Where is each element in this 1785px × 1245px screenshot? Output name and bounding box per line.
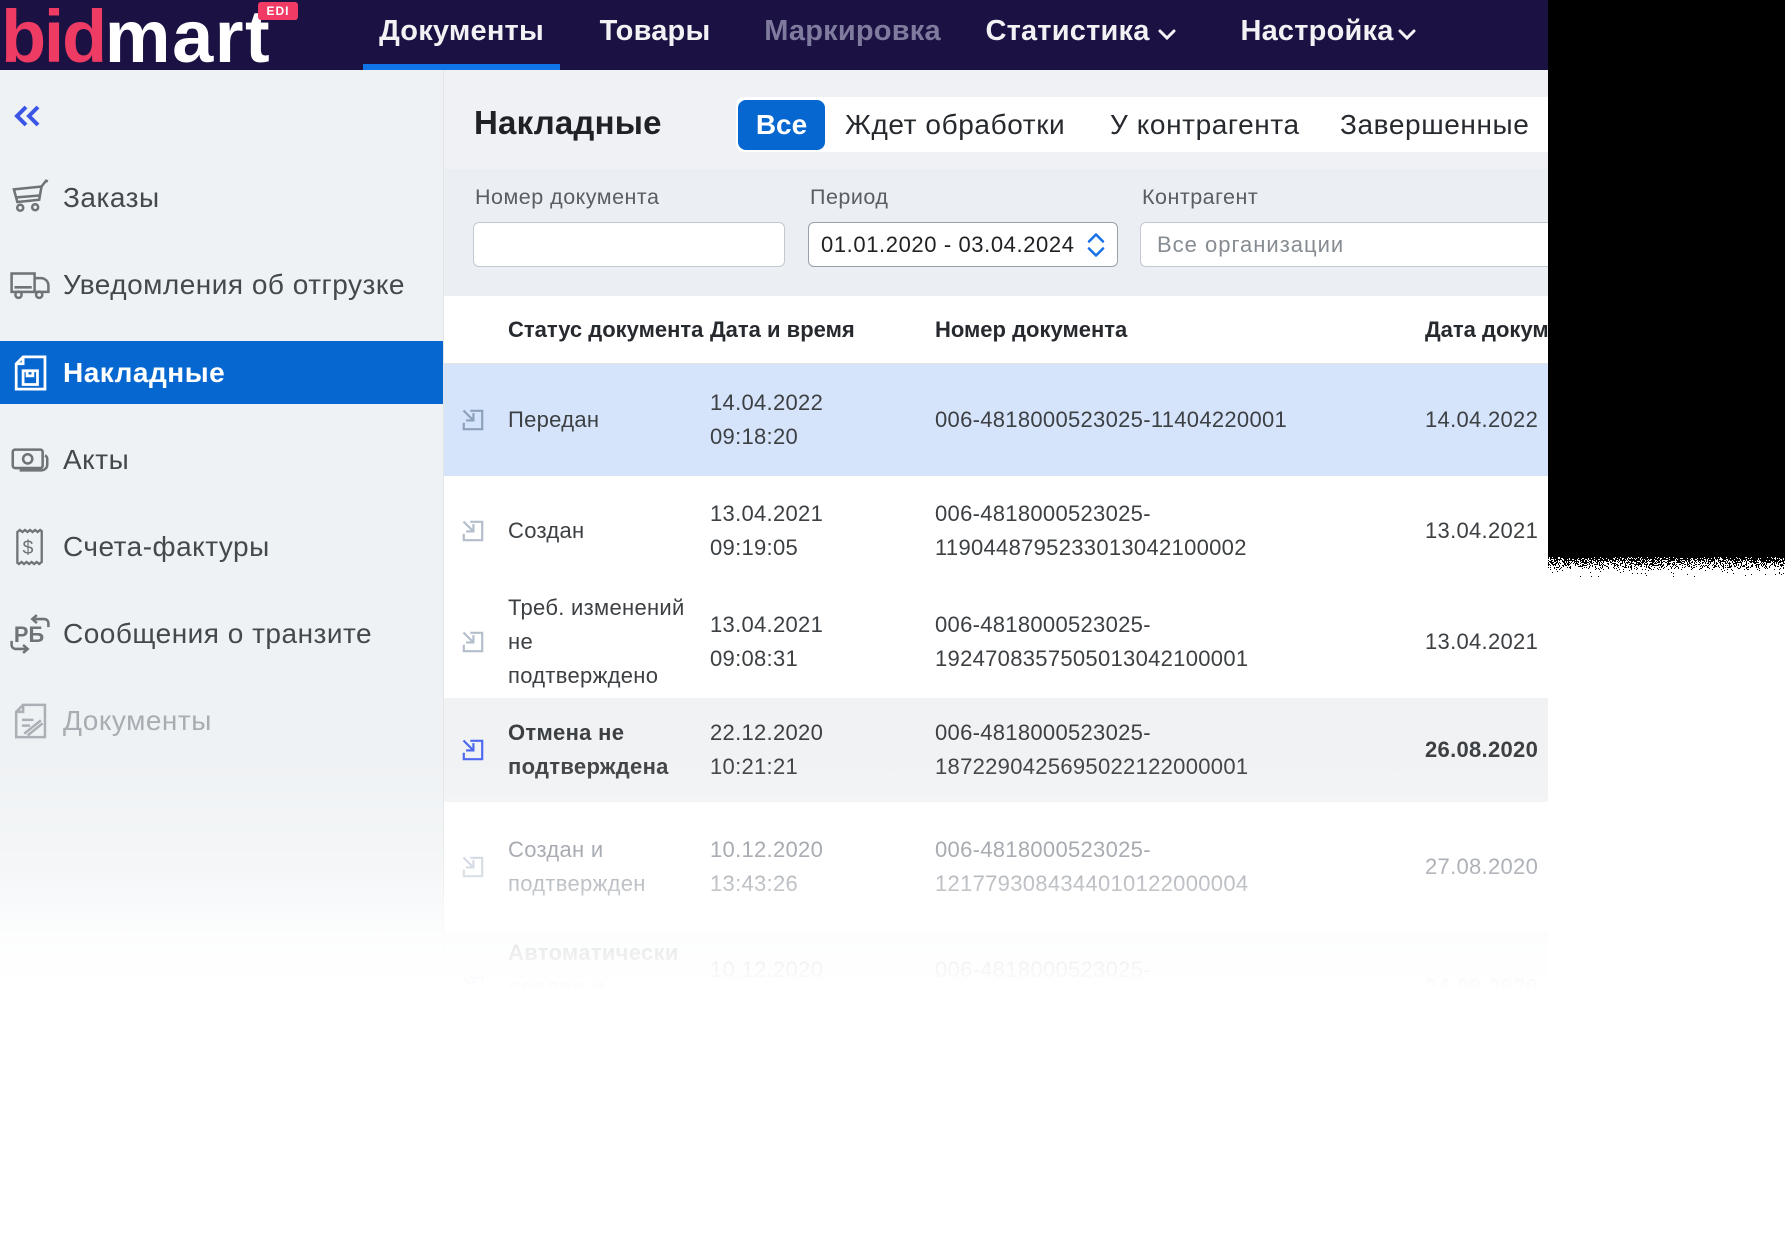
svg-text:$: $ bbox=[23, 536, 34, 558]
svg-text:РБ: РБ bbox=[14, 622, 44, 647]
